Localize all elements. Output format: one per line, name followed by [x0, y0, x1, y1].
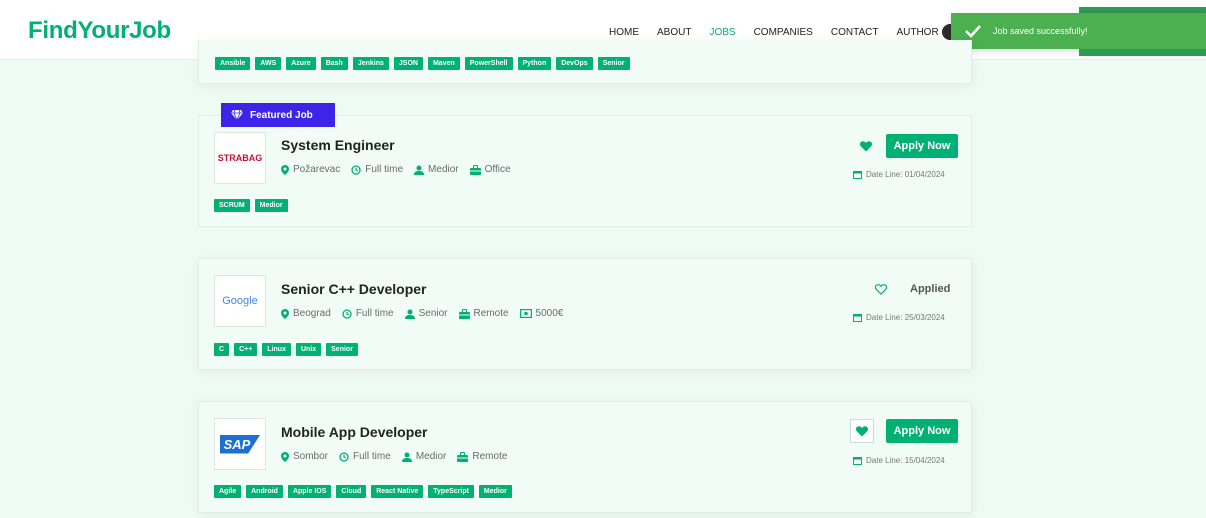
location: Sombor — [281, 451, 328, 462]
nav-jobs[interactable]: JOBS — [709, 27, 735, 38]
tag: TypeScript — [428, 485, 474, 498]
gem-icon — [231, 110, 243, 120]
job-card[interactable]: STRABAG System Engineer Požarevac Full t… — [198, 115, 972, 227]
brand-logo[interactable]: FindYourJob — [28, 17, 171, 45]
location: Beograd — [281, 308, 331, 319]
applied-status: Applied — [910, 283, 951, 295]
company-logo[interactable]: Google — [214, 275, 266, 327]
apply-now-button[interactable]: Apply Now — [886, 134, 958, 158]
tag: Bash — [320, 57, 348, 70]
seniority: Medior — [401, 451, 446, 462]
seniority: Senior — [404, 308, 448, 319]
heart-filled-icon — [860, 140, 872, 151]
briefcase-icon — [458, 308, 470, 319]
nav-companies[interactable]: COMPANIES — [754, 27, 813, 38]
workplace: Remote — [458, 308, 509, 319]
job-title[interactable]: Senior C++ Developer — [281, 281, 427, 297]
job-title[interactable]: Mobile App Developer — [281, 424, 428, 440]
job-type: Full time — [342, 308, 394, 319]
job-meta: Beograd Full time Senior Remote 5000€ — [281, 308, 574, 319]
nav-contact[interactable]: CONTACT — [831, 27, 879, 38]
map-marker-icon — [281, 164, 289, 175]
tag-list: SCRUM Medior — [214, 199, 293, 212]
tag-list: Agile Android Apple IOS Cloud React Nati… — [214, 485, 517, 498]
calendar-icon — [853, 457, 862, 465]
success-toast[interactable]: Job saved successfully! — [951, 13, 1206, 49]
job-card[interactable]: Google Senior C++ Developer Beograd Full… — [198, 258, 972, 370]
map-marker-icon — [281, 451, 289, 462]
company-logo[interactable]: SAP — [214, 418, 266, 470]
user-icon — [414, 165, 425, 175]
tag: Medior — [254, 199, 288, 212]
workplace: Remote — [457, 451, 507, 462]
strabag-logo-text: STRABAG — [217, 153, 263, 163]
user-icon — [401, 452, 412, 462]
job-meta: Požarevac Full time Medior Office — [281, 164, 522, 175]
nav-about[interactable]: ABOUT — [657, 27, 691, 38]
job-title[interactable]: System Engineer — [281, 137, 395, 153]
tag-list: Ansible AWS Azure Bash Jenkins JSON Mave… — [215, 57, 635, 70]
tag: DevOps — [556, 57, 593, 70]
job-card-partial[interactable]: Ansible AWS Azure Bash Jenkins JSON Mave… — [198, 40, 972, 84]
tag: Cloud — [336, 485, 367, 498]
calendar-icon — [853, 314, 862, 322]
job-type: Full time — [339, 451, 391, 462]
tag-list: C C++ Linux Unix Senior — [214, 343, 363, 356]
money-bill-icon — [519, 309, 532, 318]
workplace: Office — [469, 164, 511, 175]
tag: Python — [517, 57, 552, 70]
tag: Android — [246, 485, 283, 498]
tag: Apple IOS — [287, 485, 332, 498]
featured-job-badge: Featured Job — [221, 103, 335, 127]
nav-home[interactable]: HOME — [609, 27, 639, 38]
clock-icon — [342, 308, 352, 319]
briefcase-icon — [457, 451, 469, 462]
toast-decoration-bottom — [1079, 49, 1206, 56]
tag: SCRUM — [214, 199, 250, 212]
toast-message: Job saved successfully! — [993, 26, 1088, 36]
deadline: Date Line: 01/04/2024 — [853, 170, 945, 179]
tag: Unix — [295, 343, 322, 356]
job-card[interactable]: SAP Mobile App Developer Sombor Full tim… — [198, 401, 972, 513]
tag: Agile — [214, 485, 242, 498]
job-meta: Sombor Full time Medior Remote — [281, 451, 518, 462]
nav-author[interactable]: AUTHOR — [896, 27, 938, 38]
tag: C — [214, 343, 230, 356]
tag: React Native — [371, 485, 424, 498]
job-type: Full time — [351, 164, 403, 175]
save-job-button[interactable] — [856, 136, 876, 156]
briefcase-icon — [469, 164, 481, 175]
tag: Medior — [478, 485, 512, 498]
main-nav: HOME ABOUT JOBS COMPANIES CONTACT AUTHOR — [609, 27, 957, 38]
save-job-button[interactable] — [850, 419, 874, 443]
tag: Senior — [326, 343, 358, 356]
tag: C++ — [234, 343, 258, 356]
tag: Senior — [597, 57, 630, 70]
tag: Linux — [262, 343, 291, 356]
deadline: Date Line: 25/03/2024 — [853, 313, 945, 322]
tag: Jenkins — [352, 57, 389, 70]
tag: Maven — [427, 57, 460, 70]
clock-icon — [351, 164, 361, 175]
apply-now-button[interactable]: Apply Now — [886, 419, 958, 443]
map-marker-icon — [281, 308, 289, 319]
sap-logo: SAP — [219, 434, 261, 454]
calendar-icon — [853, 171, 862, 179]
salary: 5000€ — [519, 308, 563, 319]
google-logo-text: Google — [222, 295, 258, 307]
clock-icon — [339, 451, 349, 462]
tag: Ansible — [215, 57, 251, 70]
user-icon — [404, 309, 415, 319]
seniority: Medior — [414, 164, 459, 175]
tag: AWS — [255, 57, 282, 70]
tag: JSON — [393, 57, 423, 70]
heart-filled-icon — [856, 425, 868, 436]
company-logo[interactable]: STRABAG — [214, 132, 266, 184]
heart-outline-icon — [875, 283, 887, 295]
tag: Azure — [286, 57, 316, 70]
save-job-button[interactable] — [871, 279, 891, 299]
location: Požarevac — [281, 164, 340, 175]
deadline: Date Line: 15/04/2024 — [853, 456, 945, 465]
tag: PowerShell — [464, 57, 513, 70]
